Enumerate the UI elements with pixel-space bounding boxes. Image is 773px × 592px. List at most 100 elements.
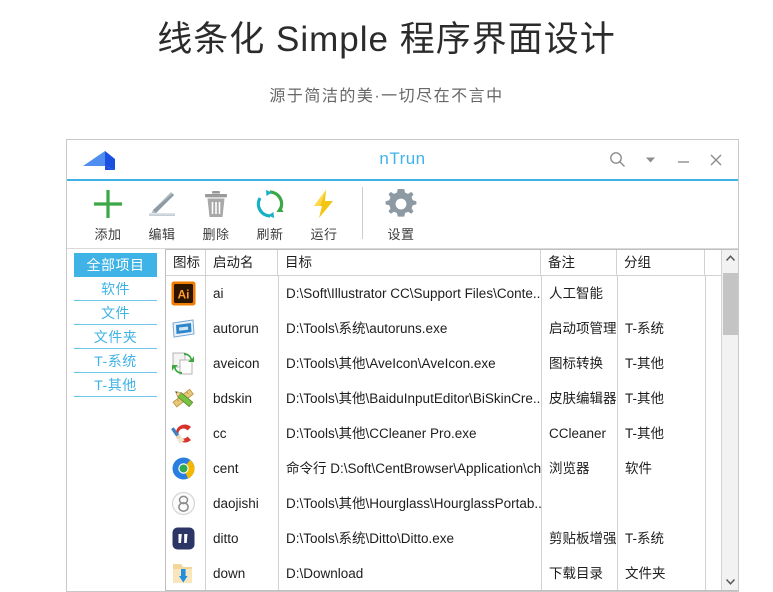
table-body: Ai ai D:\Soft\Illustrator CC\Support Fil… (166, 276, 721, 590)
chevron-down-icon[interactable] (640, 150, 660, 170)
toolbar-label-run-refresh: 刷新 (256, 227, 284, 242)
row-group: T-其他 (617, 381, 705, 416)
toolbar-button-edit[interactable]: 编辑 (135, 185, 189, 243)
row-note: 图标转换 (541, 346, 617, 381)
column-header-icon[interactable]: 图标 (166, 250, 206, 276)
toolbar: 添加 编辑 删除 刷新 运行 设置 (67, 181, 738, 249)
bdskin-icon (170, 386, 196, 412)
sidebar-item-folder[interactable]: 文件夹 (74, 325, 157, 349)
row-icon-cell (166, 416, 206, 451)
table-row[interactable]: Ai ai D:\Soft\Illustrator CC\Support Fil… (166, 276, 721, 311)
row-name: aveicon (213, 356, 260, 371)
sidebar-item-file[interactable]: 文件 (74, 301, 157, 325)
toolbar-button-delete[interactable]: 删除 (189, 185, 243, 243)
row-note: 浏览器 (541, 451, 617, 486)
row-note: 人工智能 (541, 276, 617, 311)
table-main: 图标 启动名 目标 备注 分组 Ai ai D:\Soft\Illustrato… (166, 250, 721, 590)
titlebar-controls (607, 140, 726, 179)
row-group: T-其他 (617, 346, 705, 381)
illustrator-icon: Ai (170, 281, 196, 307)
row-target: D:\Tools\其他\AveIcon\AveIcon.exe (278, 346, 541, 381)
row-pad (705, 416, 721, 451)
lightning-icon (307, 185, 341, 223)
ccleaner-icon (170, 421, 196, 447)
column-header-target[interactable]: 目标 (278, 250, 541, 276)
download-icon (170, 561, 196, 587)
row-icon-cell (166, 381, 206, 416)
row-target: D:\Tools\其他\Hourglass\HourglassPortab... (278, 486, 541, 521)
refresh-icon (253, 185, 287, 223)
hourglass-icon (170, 491, 196, 517)
centbrowser-icon (170, 456, 196, 482)
toolbar-label-delete: 删除 (202, 227, 230, 242)
row-group (617, 276, 705, 311)
row-icon-cell (166, 556, 206, 590)
row-icon-cell (166, 311, 206, 346)
row-pad (705, 556, 721, 590)
toolbar-button-add[interactable]: 添加 (81, 185, 135, 243)
chevron-up-icon[interactable] (722, 250, 739, 267)
sidebar-item-tother[interactable]: T-其他 (74, 373, 157, 397)
sidebar-item-tsystem[interactable]: T-系统 (74, 349, 157, 373)
row-group: T-其他 (617, 416, 705, 451)
page-title: 线条化 Simple 程序界面设计 (157, 20, 616, 59)
row-pad (705, 276, 721, 311)
toolbar-button-run[interactable]: 运行 (297, 185, 351, 243)
plus-icon (91, 185, 125, 223)
row-target: D:\Tools\系统\Ditto\Ditto.exe (278, 521, 541, 556)
gear-icon (383, 185, 419, 223)
toolbar-label-edit: 编辑 (148, 227, 176, 242)
row-name: down (213, 566, 246, 581)
row-name: autorun (213, 321, 259, 336)
close-icon[interactable] (706, 150, 726, 170)
sidebar-item-all[interactable]: 全部项目 (74, 253, 157, 277)
page-subtitle: 源于简洁的美·一切尽在不言中 (269, 87, 504, 105)
row-icon-cell (166, 451, 206, 486)
column-header-note[interactable]: 备注 (541, 250, 617, 276)
row-group: 软件 (617, 451, 705, 486)
toolbar-label-run: 运行 (310, 227, 338, 242)
table-row[interactable]: bdskin D:\Tools\其他\BaiduInputEditor\BiSk… (166, 381, 721, 416)
table-header-row: 图标 启动名 目标 备注 分组 (166, 250, 721, 276)
column-header-name[interactable]: 启动名 (206, 250, 278, 276)
vertical-scrollbar[interactable] (721, 250, 738, 590)
sidebar-item-software[interactable]: 软件 (74, 277, 157, 301)
aveicon-icon (170, 351, 196, 377)
row-target: D:\Soft\Illustrator CC\Support Files\Con… (278, 276, 541, 311)
minimize-icon[interactable] (673, 150, 693, 170)
table-row[interactable]: aveicon D:\Tools\其他\AveIcon\AveIcon.exe … (166, 346, 721, 381)
toolbar-button-settings[interactable]: 设置 (374, 185, 428, 243)
table-row[interactable]: daojishi D:\Tools\其他\Hourglass\Hourglass… (166, 486, 721, 521)
scrollbar-thumb[interactable] (723, 273, 738, 335)
row-icon-cell (166, 521, 206, 556)
table-row[interactable]: cent 命令行 D:\Soft\CentBrowser\Application… (166, 451, 721, 486)
toolbar-label-add: 添加 (94, 227, 122, 242)
search-icon[interactable] (607, 150, 627, 170)
row-note (541, 486, 617, 521)
autoruns-icon (170, 316, 196, 342)
toolbar-label-settings: 设置 (387, 227, 415, 242)
toolbar-button-refresh[interactable]: 刷新 (243, 185, 297, 243)
row-name: ditto (213, 531, 239, 546)
table-row[interactable]: autorun D:\Tools\系统\autoruns.exe 启动项管理 T… (166, 311, 721, 346)
row-pad (705, 346, 721, 381)
pencil-icon (145, 185, 179, 223)
row-name: cent (213, 461, 239, 476)
titlebar: nTrun (67, 140, 738, 181)
column-header-group[interactable]: 分组 (617, 250, 705, 276)
scrollbar-track[interactable] (722, 267, 738, 573)
table-row[interactable]: down D:\Download 下载目录 文件夹 (166, 556, 721, 590)
row-icon-cell (166, 346, 206, 381)
row-pad (705, 311, 721, 346)
row-icon-cell: Ai (166, 276, 206, 311)
table-row[interactable]: cc D:\Tools\其他\CCleaner Pro.exe CCleaner… (166, 416, 721, 451)
table-row[interactable]: ditto D:\Tools\系统\Ditto\Ditto.exe 剪贴板增强 … (166, 521, 721, 556)
row-note: 下载目录 (541, 556, 617, 590)
toolbar-separator (362, 187, 363, 239)
row-group (617, 486, 705, 521)
row-target: D:\Tools\其他\BaiduInputEditor\BiSkinCre..… (278, 381, 541, 416)
svg-text:Ai: Ai (177, 288, 189, 302)
row-pad (705, 451, 721, 486)
chevron-down-icon[interactable] (722, 573, 739, 590)
row-pad (705, 381, 721, 416)
